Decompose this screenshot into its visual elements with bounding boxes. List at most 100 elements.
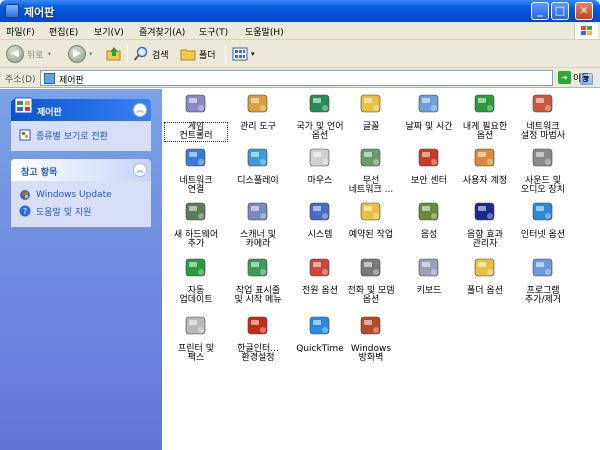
applet-label: 디스플레이 bbox=[237, 176, 279, 186]
menu-favorites[interactable]: 즐겨찾기(A) bbox=[139, 25, 185, 38]
window-title: 제어판 bbox=[24, 6, 55, 19]
search-button[interactable]: 검색 bbox=[133, 44, 169, 64]
applet-item[interactable]: 사용자 계정 bbox=[454, 145, 516, 201]
control-panel-pane: 제어판 ︽ 종류별 보기로 전환 bbox=[11, 97, 151, 151]
address-input[interactable]: 제어판 ▼ bbox=[40, 70, 593, 86]
applet-item[interactable]: 프린터 및 팩스 bbox=[165, 313, 227, 369]
applet-label: 인터넷 옵션 bbox=[520, 230, 566, 240]
applet-label: 프린터 및 팩스 bbox=[178, 344, 214, 363]
applet-label: 키보드 bbox=[416, 286, 442, 296]
up-folder-button[interactable] bbox=[106, 44, 125, 64]
network-connections-icon bbox=[185, 148, 206, 167]
close-button[interactable]: ✕ bbox=[575, 2, 593, 20]
applet-item[interactable]: 글꼴 bbox=[340, 91, 402, 147]
applet-item[interactable]: 네트워크 설정 마법사 bbox=[512, 91, 574, 147]
applet-item[interactable]: 인터넷 옵션 bbox=[512, 199, 574, 255]
control-panel-pane-title: 제어판 bbox=[37, 108, 62, 118]
switch-to-category-view-link[interactable]: 종류별 보기로 전환 bbox=[19, 127, 143, 143]
internet-options-icon bbox=[532, 202, 553, 221]
applet-item[interactable]: 작업 표시줄 및 시작 메뉴 bbox=[227, 255, 289, 311]
windows-update-link[interactable]: Windows Update bbox=[19, 187, 143, 203]
maximize-button[interactable]: □ bbox=[551, 2, 569, 20]
back-button[interactable]: ◀ 뒤로 ▾ bbox=[6, 44, 51, 64]
go-arrow-icon: ➔ bbox=[558, 71, 571, 84]
back-label: 뒤로 bbox=[27, 50, 44, 61]
applet-label: 한글인터... 환경설정 bbox=[237, 344, 279, 363]
applet-item[interactable]: 날짜 및 시간 bbox=[398, 91, 460, 147]
applet-label: 폴더 옵션 bbox=[467, 286, 503, 296]
firewall-icon bbox=[360, 316, 381, 335]
applet-item[interactable]: 전화 및 모뎀 옵션 bbox=[340, 255, 402, 311]
shield-icon bbox=[418, 148, 439, 167]
menu-file[interactable]: 파일(F) bbox=[6, 25, 35, 38]
applet-item[interactable]: 예약된 작업 bbox=[340, 199, 402, 255]
forward-dropdown-icon[interactable]: ▾ bbox=[89, 50, 93, 58]
views-dropdown-icon: ▾ bbox=[251, 50, 255, 58]
applet-item[interactable]: 키보드 bbox=[398, 255, 460, 311]
menu-help[interactable]: 도움말(H) bbox=[245, 25, 284, 38]
go-label: 이동 bbox=[573, 74, 590, 84]
toolbar: ◀ 뒤로 ▾ ▶ ▾ 검색 폴더 ▾ bbox=[0, 40, 600, 68]
sound-effects-icon bbox=[474, 202, 495, 221]
go-button[interactable]: ➔ 이동 bbox=[558, 71, 590, 84]
menu-bar: 파일(F) 편집(E) 보기(V) 즐겨찾기(A) 도구(T) 도움말(H) bbox=[0, 22, 600, 40]
wireless-icon bbox=[360, 148, 381, 167]
applet-item[interactable]: 디스플레이 bbox=[227, 145, 289, 201]
applet-label: 프로그램 추가/제거 bbox=[524, 286, 562, 305]
title-bar[interactable]: 제어판 _ □ ✕ bbox=[0, 0, 600, 22]
mouse-icon bbox=[309, 148, 330, 167]
applet-item[interactable]: 폴더 옵션 bbox=[454, 255, 516, 311]
applet-item[interactable]: 관리 도구 bbox=[227, 91, 289, 147]
applet-item[interactable]: 사운드 및 오디오 장치 bbox=[512, 145, 574, 201]
applet-label: 작업 표시줄 및 시작 메뉴 bbox=[234, 286, 282, 305]
search-icon bbox=[133, 46, 148, 61]
back-arrow-icon: ◀ bbox=[6, 45, 24, 63]
applet-item[interactable]: 음성 bbox=[398, 199, 460, 255]
applet-item[interactable]: 보안 센터 bbox=[398, 145, 460, 201]
applet-label: 스캐너 및 카메라 bbox=[240, 230, 276, 249]
help-and-support-label: 도움말 및 지원 bbox=[36, 207, 92, 218]
applet-item[interactable]: 네트워크 연결 bbox=[165, 145, 227, 201]
applet-item[interactable]: 자동 업데이트 bbox=[165, 255, 227, 311]
see-also-pane-header[interactable]: 참고 항목 ︽ bbox=[11, 159, 151, 181]
help-icon: ? bbox=[19, 205, 31, 217]
applet-item[interactable]: 내게 필요한 옵션 bbox=[454, 91, 516, 147]
windows-update-icon bbox=[185, 258, 206, 277]
applet-label: 보안 센터 bbox=[411, 176, 447, 186]
control-panel-pane-header[interactable]: 제어판 ︽ bbox=[11, 97, 151, 121]
applet-item[interactable]: 음향 효과 관리자 bbox=[454, 199, 516, 255]
applet-item[interactable]: 한글인터... 환경설정 bbox=[227, 313, 289, 369]
address-value: 제어판 bbox=[59, 76, 84, 86]
applet-label: 글꼴 bbox=[362, 122, 380, 132]
applet-item[interactable]: 새 하드웨어 추가 bbox=[165, 199, 227, 255]
applet-item[interactable]: 무선 네트워크 ... bbox=[340, 145, 402, 201]
applet-label: 날짜 및 시간 bbox=[405, 122, 453, 132]
minimize-button[interactable]: _ bbox=[531, 2, 549, 20]
forward-button[interactable]: ▶ ▾ bbox=[68, 44, 93, 64]
menu-edit[interactable]: 편집(E) bbox=[49, 25, 78, 38]
applet-item[interactable]: 프로그램 추가/제거 bbox=[512, 255, 574, 311]
menu-tools[interactable]: 도구(T) bbox=[199, 25, 228, 38]
system-icon bbox=[309, 202, 330, 221]
menu-view[interactable]: 보기(V) bbox=[94, 25, 124, 38]
applet-label: 자동 업데이트 bbox=[179, 286, 213, 305]
applet-item[interactable]: 게임 컨트롤러 bbox=[164, 91, 228, 147]
applet-item[interactable]: 스캐너 및 카메라 bbox=[227, 199, 289, 255]
windows-logo-icon bbox=[574, 23, 598, 39]
svg-text:?: ? bbox=[23, 207, 27, 216]
control-panel-app-icon bbox=[5, 4, 19, 18]
help-and-support-link[interactable]: ? 도움말 및 지원 bbox=[19, 203, 143, 219]
back-dropdown-icon[interactable]: ▾ bbox=[48, 50, 52, 58]
collapse-chevron-icon[interactable]: ︽ bbox=[133, 163, 147, 177]
applet-label: Windows 방화벽 bbox=[350, 344, 392, 363]
applet-item[interactable]: Windows 방화벽 bbox=[340, 313, 402, 369]
views-button[interactable]: ▾ bbox=[232, 44, 255, 64]
search-label: 검색 bbox=[152, 50, 169, 61]
collapse-chevron-icon[interactable]: ︽ bbox=[133, 103, 147, 117]
folders-icon bbox=[180, 49, 196, 61]
views-icon bbox=[232, 47, 248, 61]
globe-icon bbox=[309, 94, 330, 113]
folders-button[interactable]: 폴더 bbox=[180, 44, 216, 64]
fonts-folder-icon bbox=[360, 94, 381, 113]
gamepad-icon bbox=[185, 94, 206, 113]
